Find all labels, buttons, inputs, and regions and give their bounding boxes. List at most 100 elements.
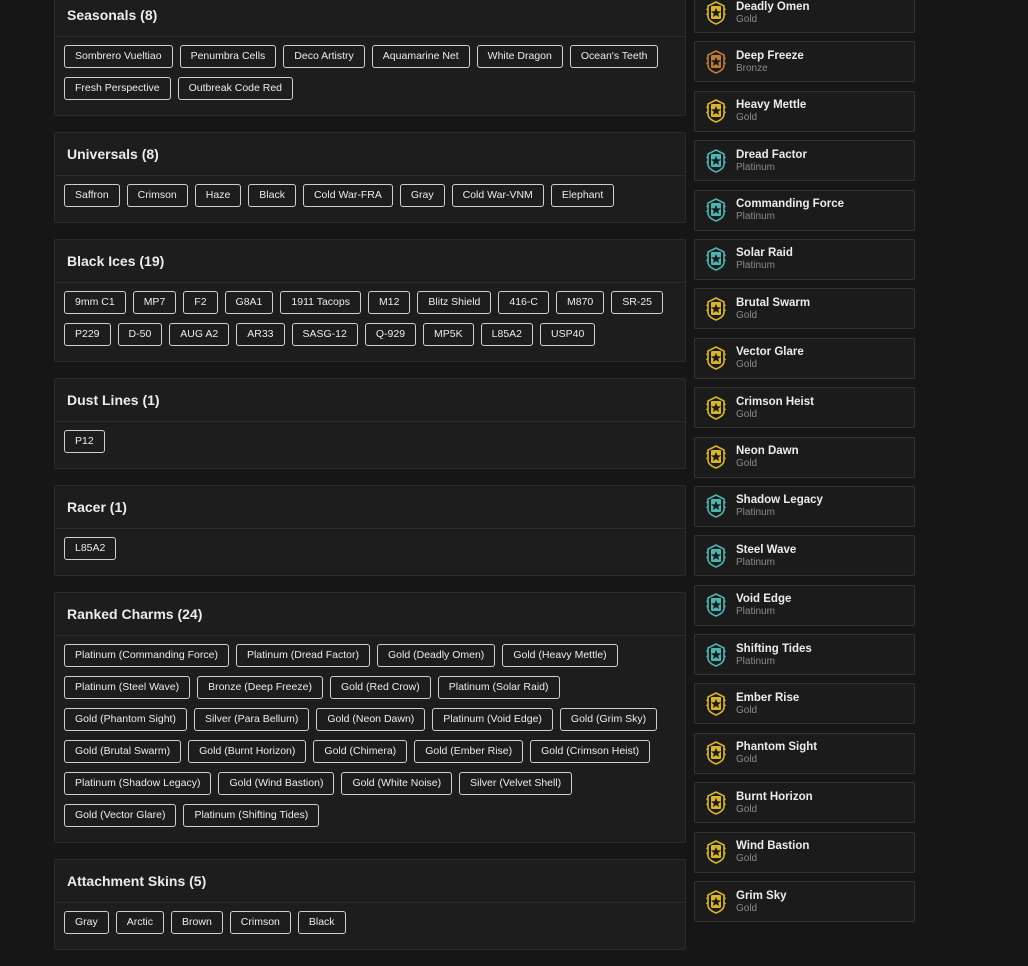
item-tag[interactable]: Gold (Heavy Mettle) <box>502 644 618 667</box>
item-tag[interactable]: Gray <box>64 911 109 934</box>
charm-tier: Gold <box>736 309 758 321</box>
item-tag[interactable]: Aquamarine Net <box>371 45 470 68</box>
charm-tier: Platinum <box>736 507 775 519</box>
item-tag[interactable]: M12 <box>367 291 411 314</box>
item-tag[interactable]: Crimson <box>229 911 291 934</box>
charm-tier: Gold <box>736 458 758 470</box>
item-tag[interactable]: AUG A2 <box>169 323 230 346</box>
item-tag[interactable]: Elephant <box>550 184 615 207</box>
item-tag[interactable]: Brown <box>171 911 223 934</box>
item-tag[interactable]: Gold (Brutal Swarm) <box>64 740 182 763</box>
section-title: Black Ices (19) <box>55 240 685 283</box>
item-tag[interactable]: Gold (Vector Glare) <box>64 804 177 827</box>
item-tag[interactable]: Gold (Chimera) <box>313 740 408 763</box>
item-tag[interactable]: 9mm C1 <box>64 291 126 314</box>
item-tag[interactable]: Black <box>248 184 296 207</box>
item-tag[interactable]: Fresh Perspective <box>64 77 171 100</box>
rank-badge-icon <box>706 593 726 618</box>
charm-row[interactable]: Void Edge Platinum <box>694 584 915 626</box>
charm-row[interactable]: Burnt Horizon Gold <box>694 782 915 824</box>
item-tag[interactable]: F2 <box>183 291 218 314</box>
rank-badge-icon <box>706 494 726 519</box>
item-tag[interactable]: Crimson <box>126 184 188 207</box>
item-tag[interactable]: Gold (Burnt Horizon) <box>188 740 307 763</box>
item-tag[interactable]: Gold (White Noise) <box>341 772 453 795</box>
charm-row[interactable]: Shifting Tides Platinum <box>694 634 915 676</box>
charm-tier: Platinum <box>736 556 775 568</box>
charm-row[interactable]: Neon Dawn Gold <box>694 436 915 478</box>
rank-badge-icon <box>706 49 726 74</box>
item-tag[interactable]: L85A2 <box>480 323 534 346</box>
item-tag[interactable]: G8A1 <box>224 291 274 314</box>
item-tag[interactable]: AR33 <box>236 323 285 346</box>
item-tag[interactable]: Platinum (Commanding Force) <box>64 644 229 667</box>
item-tag[interactable]: SASG-12 <box>291 323 358 346</box>
section-tag-list: Platinum (Commanding Force) Platinum (Dre… <box>55 636 685 842</box>
item-tag[interactable]: L85A2 <box>64 537 117 560</box>
charm-row[interactable]: Brutal Swarm Gold <box>694 288 915 330</box>
charm-row[interactable]: Deep Freeze Bronze <box>694 41 915 83</box>
item-tag[interactable]: Deco Artistry <box>283 45 365 68</box>
item-tag[interactable]: P229 <box>64 323 111 346</box>
item-tag[interactable]: Gold (Grim Sky) <box>559 708 658 731</box>
item-tag[interactable]: Gold (Ember Rise) <box>414 740 524 763</box>
item-tag[interactable]: Saffron <box>64 184 120 207</box>
charm-name: Dread Factor <box>736 148 807 161</box>
charm-row[interactable]: Grim Sky Gold <box>694 881 915 923</box>
charm-row[interactable]: Deadly Omen Gold <box>694 0 915 33</box>
item-tag[interactable]: Platinum (Shadow Legacy) <box>64 772 212 795</box>
item-tag[interactable]: Gold (Red Crow) <box>329 676 431 699</box>
item-tag[interactable]: Gold (Phantom Sight) <box>64 708 187 731</box>
item-tag[interactable]: MP5K <box>423 323 474 346</box>
item-tag[interactable]: D-50 <box>117 323 163 346</box>
item-tag[interactable]: Platinum (Void Edge) <box>432 708 553 731</box>
item-tag[interactable]: Penumbra Cells <box>179 45 277 68</box>
charm-row[interactable]: Dread Factor Platinum <box>694 140 915 182</box>
item-tag[interactable]: Gray <box>399 184 445 207</box>
item-tag[interactable]: Haze <box>194 184 242 207</box>
item-tag[interactable]: Blitz Shield <box>417 291 492 314</box>
item-tag[interactable]: Gold (Crimson Heist) <box>530 740 651 763</box>
rank-badge-icon <box>706 198 726 222</box>
item-tag[interactable]: Platinum (Steel Wave) <box>64 676 191 699</box>
item-tag[interactable]: Gold (Neon Dawn) <box>316 708 426 731</box>
charm-row[interactable]: Crimson Heist Gold <box>694 387 915 429</box>
charm-row[interactable]: Shadow Legacy Platinum <box>694 485 915 527</box>
charm-tier: Platinum <box>736 260 775 272</box>
item-tag[interactable]: USP40 <box>540 323 596 346</box>
charm-row[interactable]: Commanding Force Platinum <box>694 189 915 231</box>
item-tag[interactable]: Ocean's Teeth <box>569 45 659 68</box>
item-tag[interactable]: Bronze (Deep Freeze) <box>197 676 323 699</box>
item-tag[interactable]: Silver (Para Bellum) <box>193 708 310 731</box>
item-tag[interactable]: Platinum (Dread Factor) <box>235 644 371 667</box>
item-tag[interactable]: Cold War-FRA <box>302 184 393 207</box>
charm-row[interactable]: Steel Wave Platinum <box>694 535 915 577</box>
charm-name: Ember Rise <box>736 691 800 704</box>
item-tag[interactable]: Silver (Velvet Shell) <box>459 772 573 795</box>
item-tag[interactable]: 416-C <box>498 291 549 314</box>
item-tag[interactable]: M870 <box>555 291 605 314</box>
item-tag[interactable]: P12 <box>64 430 105 453</box>
charm-row[interactable]: Solar Raid Platinum <box>694 238 915 280</box>
charm-row[interactable]: Ember Rise Gold <box>694 683 915 725</box>
item-tag[interactable]: Gold (Deadly Omen) <box>377 644 496 667</box>
item-tag[interactable]: Black <box>297 911 346 934</box>
item-tag[interactable]: MP7 <box>132 291 177 314</box>
section-card: Racer (1) L85A2 <box>54 485 686 576</box>
item-tag[interactable]: Cold War-VNM <box>451 184 544 207</box>
item-tag[interactable]: Q-929 <box>364 323 417 346</box>
item-tag[interactable]: Gold (Wind Bastion) <box>218 772 335 795</box>
item-tag[interactable]: Sombrero Vueltiao <box>64 45 173 68</box>
charm-row[interactable]: Vector Glare Gold <box>694 337 915 379</box>
item-tag[interactable]: Arctic <box>115 911 165 934</box>
charm-row[interactable]: Heavy Mettle Gold <box>694 90 915 132</box>
item-tag[interactable]: Platinum (Solar Raid) <box>437 676 560 699</box>
item-tag[interactable]: SR-25 <box>611 291 664 314</box>
charm-row[interactable]: Wind Bastion Gold <box>694 831 915 873</box>
item-tag[interactable]: Outbreak Code Red <box>177 77 294 100</box>
charm-row[interactable]: Phantom Sight Gold <box>694 732 915 774</box>
section-title: Racer (1) <box>55 486 685 529</box>
item-tag[interactable]: Platinum (Shifting Tides) <box>183 804 320 827</box>
item-tag[interactable]: White Dragon <box>476 45 563 68</box>
item-tag[interactable]: 1911 Tacops <box>280 291 361 314</box>
